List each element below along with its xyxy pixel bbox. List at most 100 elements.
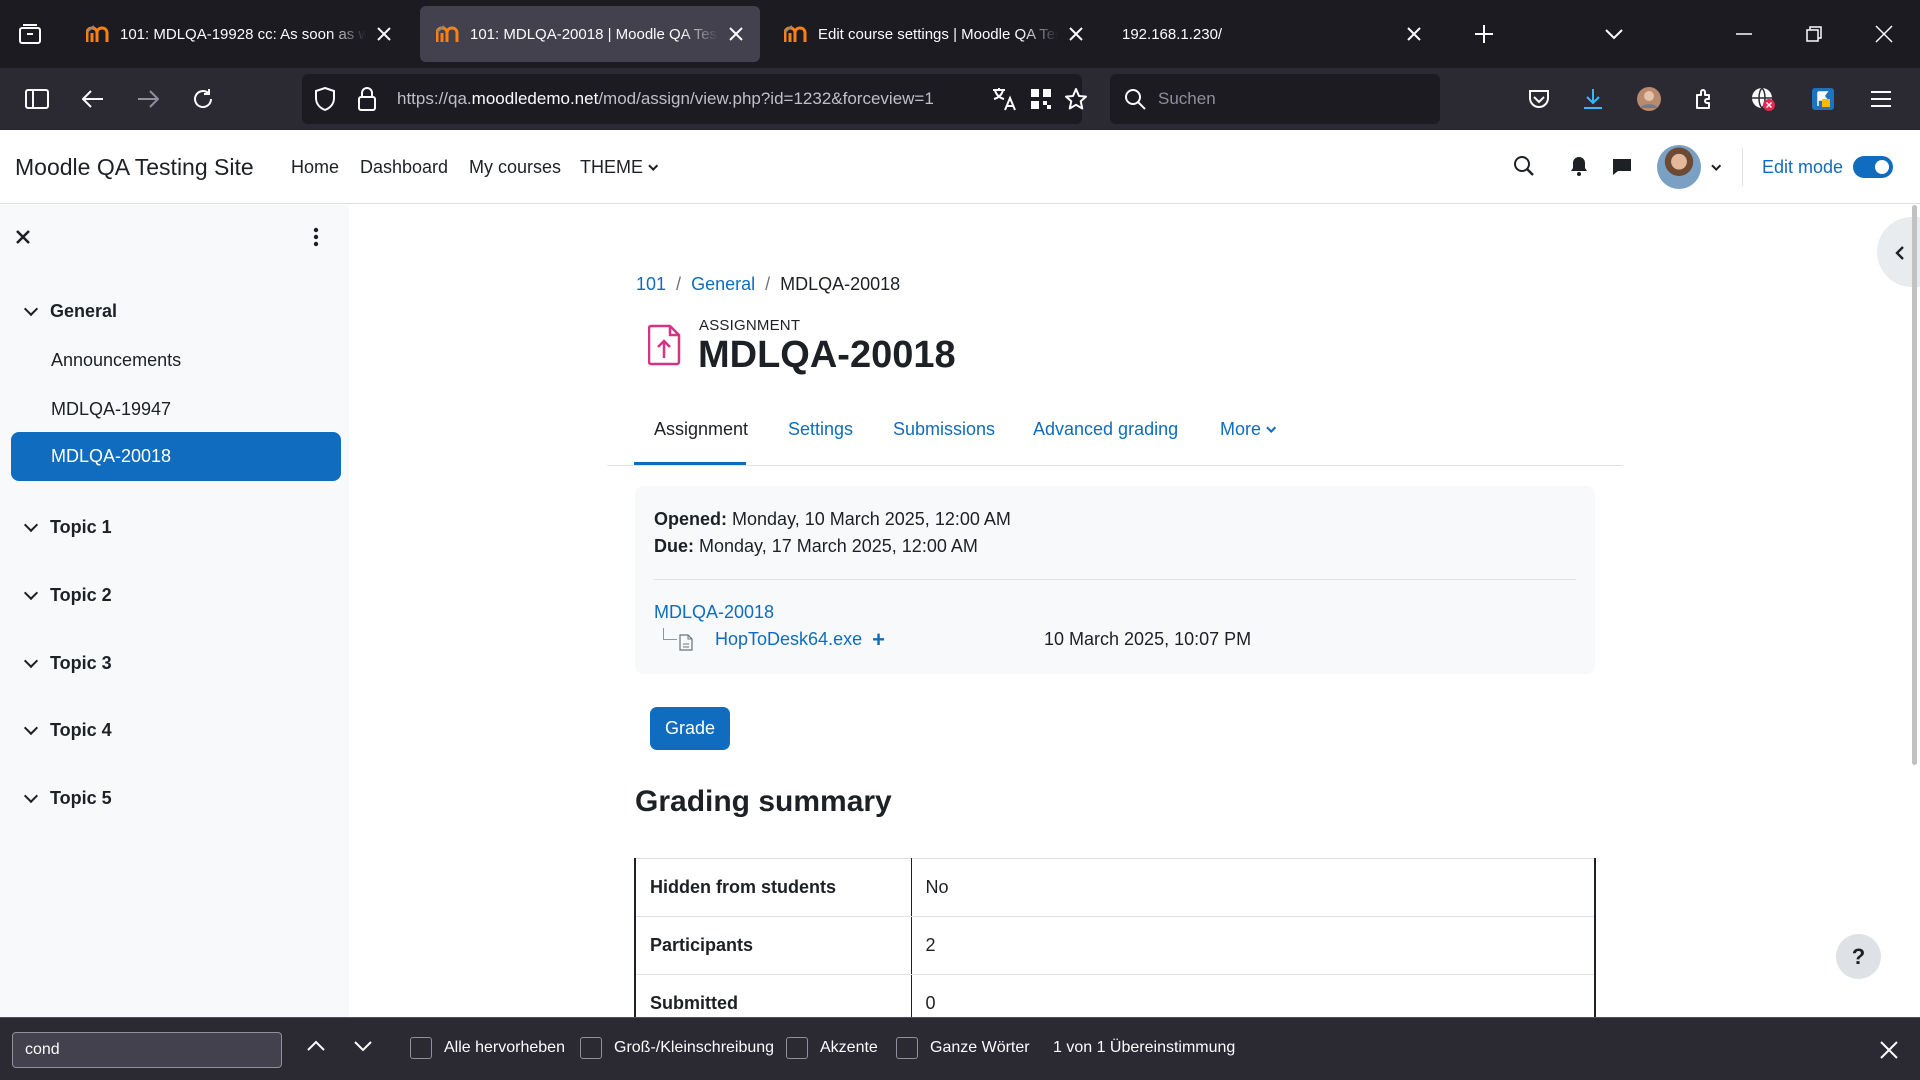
new-tab-icon[interactable] bbox=[1470, 20, 1498, 48]
checkbox-box[interactable] bbox=[896, 1037, 918, 1059]
section-topic-1[interactable]: Topic 1 bbox=[22, 517, 112, 538]
intro-attachment-folder-link[interactable]: MDLQA-20018 bbox=[654, 602, 774, 623]
checkbox-label: Ganze Wörter bbox=[930, 1039, 1030, 1056]
nav-dashboard-link[interactable]: Dashboard bbox=[360, 130, 448, 204]
find-next-chevron-down-icon[interactable] bbox=[353, 1040, 373, 1052]
notification-bell-icon[interactable] bbox=[1570, 156, 1588, 176]
tab-settings[interactable]: Settings bbox=[788, 408, 853, 450]
downloads-icon[interactable] bbox=[1578, 84, 1608, 114]
close-tab-icon[interactable] bbox=[1066, 24, 1086, 44]
section-title: Topic 4 bbox=[50, 720, 112, 740]
tab-title: 101: MDLQA-20018 | Moodle QA Testing Sit… bbox=[470, 25, 718, 43]
help-button[interactable]: ? bbox=[1836, 934, 1881, 979]
checkbox-box[interactable] bbox=[580, 1037, 602, 1059]
bookmark-star-icon[interactable] bbox=[1064, 87, 1088, 111]
activity-mdlqa-20018-current[interactable]: MDLQA-20018 bbox=[11, 432, 341, 481]
lock-icon[interactable] bbox=[358, 87, 376, 111]
minimize-window-icon[interactable] bbox=[1730, 20, 1758, 48]
browser-tab-4[interactable]: 192.168.1.230/ bbox=[1108, 6, 1438, 62]
back-arrow-icon[interactable] bbox=[78, 84, 108, 114]
qr-code-icon[interactable] bbox=[1030, 88, 1052, 110]
expand-plus-icon[interactable]: + bbox=[872, 628, 885, 650]
close-tab-icon[interactable] bbox=[374, 24, 394, 44]
close-tab-icon[interactable] bbox=[1404, 24, 1424, 44]
extension-globe-icon[interactable] bbox=[1748, 84, 1778, 114]
reload-icon[interactable] bbox=[188, 84, 218, 114]
more-options-kebab-icon[interactable] bbox=[312, 227, 320, 247]
section-general[interactable]: General bbox=[22, 301, 117, 322]
pocket-icon[interactable] bbox=[1524, 84, 1554, 114]
chevron-down-icon bbox=[23, 517, 39, 533]
attachment-file-link[interactable]: HopToDesk64.exe + bbox=[715, 628, 885, 650]
translate-icon[interactable] bbox=[992, 87, 1018, 111]
url-text[interactable]: https://qa.moodledemo.net/mod/assign/vie… bbox=[397, 74, 967, 124]
nav-theme-label: THEME bbox=[580, 157, 643, 177]
chevron-down-icon bbox=[1266, 423, 1277, 433]
section-topic-3[interactable]: Topic 3 bbox=[22, 653, 112, 674]
section-title: Topic 1 bbox=[50, 517, 112, 537]
whole-words-checkbox[interactable]: Ganze Wörter bbox=[896, 1037, 1030, 1059]
edit-mode-label: Edit mode bbox=[1762, 157, 1844, 177]
opened-label: Opened: bbox=[654, 509, 728, 529]
close-drawer-icon[interactable] bbox=[15, 229, 31, 245]
app-menu-hamburger-icon[interactable] bbox=[1866, 84, 1896, 114]
find-input[interactable] bbox=[12, 1032, 282, 1068]
checkbox-box[interactable] bbox=[410, 1037, 432, 1059]
extensions-puzzle-icon[interactable] bbox=[1690, 84, 1720, 114]
close-findbar-icon[interactable] bbox=[1880, 1041, 1898, 1059]
tab-assignment[interactable]: Assignment bbox=[654, 408, 748, 450]
extension-flag-icon[interactable] bbox=[1808, 84, 1838, 114]
section-topic-4[interactable]: Topic 4 bbox=[22, 720, 112, 741]
search-icon[interactable] bbox=[1513, 155, 1535, 177]
activity-mdlqa-19947[interactable]: MDLQA-19947 bbox=[51, 399, 171, 420]
account-avatar-icon[interactable] bbox=[1634, 84, 1664, 114]
tab-overview-icon[interactable] bbox=[14, 18, 46, 50]
url-domain: moodledemo.net bbox=[471, 89, 599, 108]
nav-home-link[interactable]: Home bbox=[291, 130, 339, 204]
page-scrollbar[interactable] bbox=[1912, 205, 1917, 765]
messages-chat-icon[interactable] bbox=[1612, 157, 1632, 177]
list-all-tabs-chevron-down-icon[interactable] bbox=[1600, 20, 1628, 48]
secondary-navigation: Assignment Settings Submissions Advanced… bbox=[607, 408, 1623, 466]
match-case-checkbox[interactable]: Groß-/Kleinschreibung bbox=[580, 1037, 774, 1059]
section-topic-5[interactable]: Topic 5 bbox=[22, 788, 112, 809]
row-label: Hidden from students bbox=[634, 858, 912, 917]
breadcrumb-section-link[interactable]: General bbox=[691, 274, 755, 294]
forward-arrow-icon[interactable] bbox=[133, 84, 163, 114]
sidebar-toggle-icon[interactable] bbox=[22, 84, 52, 114]
user-avatar[interactable] bbox=[1657, 145, 1701, 189]
tab-submissions[interactable]: Submissions bbox=[893, 408, 995, 450]
site-name[interactable]: Moodle QA Testing Site bbox=[15, 130, 254, 204]
edit-mode-toggle[interactable] bbox=[1853, 156, 1893, 178]
highlight-all-checkbox[interactable]: Alle hervorheben bbox=[410, 1037, 565, 1059]
tab-title: Edit course settings | Moodle QA Testing… bbox=[818, 25, 1058, 43]
tab-advanced-grading[interactable]: Advanced grading bbox=[1033, 408, 1178, 450]
tab-more-menu[interactable]: More bbox=[1220, 408, 1277, 450]
address-bar[interactable]: https://qa.moodledemo.net/mod/assign/vie… bbox=[302, 74, 1087, 124]
close-tab-icon[interactable] bbox=[726, 24, 746, 44]
activity-announcements[interactable]: Announcements bbox=[51, 350, 181, 371]
browser-tab-2[interactable]: 101: MDLQA-20018 | Moodle QA Testing Sit… bbox=[420, 6, 760, 62]
grade-button[interactable]: Grade bbox=[650, 707, 730, 750]
browser-tab-1[interactable]: 101: MDLQA-19928 cc: As soon as we have bbox=[70, 6, 408, 62]
checkbox-label: Alle hervorheben bbox=[444, 1039, 565, 1056]
match-diacritics-checkbox[interactable]: Akzente bbox=[786, 1037, 878, 1059]
breadcrumb-course-link[interactable]: 101 bbox=[636, 274, 666, 294]
section-title: General bbox=[50, 301, 118, 321]
file-name: HopToDesk64.exe bbox=[715, 629, 863, 649]
find-in-page-bar: Alle hervorheben Groß-/Kleinschreibung A… bbox=[0, 1017, 1920, 1080]
browser-tab-3[interactable]: Edit course settings | Moodle QA Testing… bbox=[768, 6, 1100, 62]
nav-theme-menu[interactable]: THEME bbox=[580, 130, 659, 204]
search-bar[interactable]: Suchen bbox=[1110, 74, 1440, 124]
find-previous-chevron-up-icon[interactable] bbox=[306, 1040, 326, 1052]
user-menu-chevron-down-icon[interactable] bbox=[1711, 160, 1722, 178]
checkbox-box[interactable] bbox=[786, 1037, 808, 1059]
nav-my-courses-link[interactable]: My courses bbox=[469, 130, 561, 204]
tracking-protection-shield-icon[interactable] bbox=[314, 87, 336, 111]
section-topic-2[interactable]: Topic 2 bbox=[22, 585, 112, 606]
opened-value: Monday, 10 March 2025, 12:00 AM bbox=[732, 509, 1011, 529]
chevron-left-icon bbox=[1895, 245, 1905, 261]
restore-window-icon[interactable] bbox=[1800, 20, 1828, 48]
activity-dates-panel: Opened: Monday, 10 March 2025, 12:00 AM … bbox=[635, 486, 1595, 674]
close-window-icon[interactable] bbox=[1870, 20, 1898, 48]
